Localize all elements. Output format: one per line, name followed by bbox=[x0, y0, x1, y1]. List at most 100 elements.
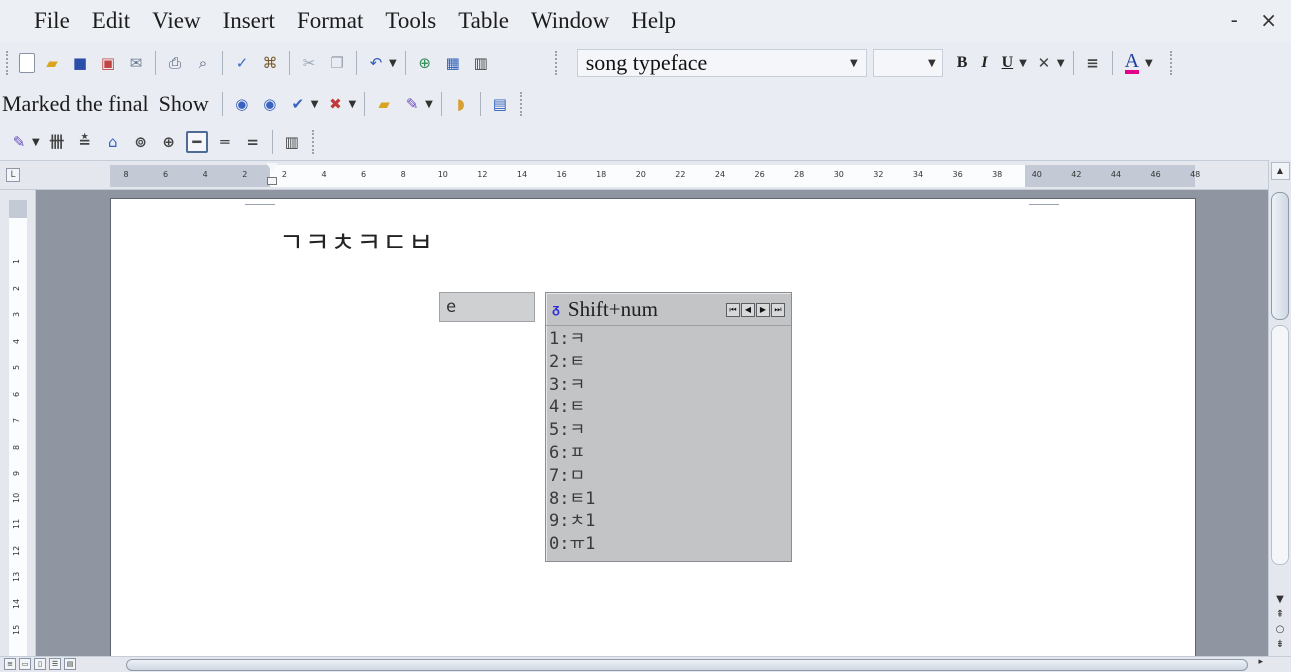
candidate-item[interactable]: 6:ㅍ bbox=[549, 442, 791, 465]
menu-format[interactable]: Format bbox=[297, 8, 363, 34]
strikethrough-text-icon[interactable]: ≛ bbox=[74, 131, 96, 153]
candidate-item[interactable]: 4:ㅌ bbox=[549, 396, 791, 419]
reject-change-icon[interactable]: ✖ bbox=[324, 93, 346, 115]
bold-button[interactable]: B bbox=[957, 54, 968, 72]
vertical-scrollbar[interactable]: ▲ ▼ ⇞ ○ ⇟ bbox=[1268, 160, 1291, 656]
print-layout-view-icon[interactable]: ▯ bbox=[34, 658, 46, 670]
single-border-icon[interactable]: ━ bbox=[185, 131, 208, 153]
previous-change-icon[interactable]: ◉ bbox=[231, 93, 253, 115]
research-icon[interactable]: ⌘ bbox=[259, 52, 281, 74]
vertical-scroll-track[interactable] bbox=[1271, 325, 1289, 565]
hyperlink-icon[interactable]: ⊕ bbox=[414, 52, 436, 74]
candidate-item[interactable]: 5:ㅋ bbox=[549, 419, 791, 442]
combine-characters-icon[interactable]: 卌 bbox=[46, 131, 68, 153]
candidate-item[interactable]: 8:ㅌ1 bbox=[549, 488, 791, 511]
menu-insert[interactable]: Insert bbox=[223, 8, 275, 34]
chevron-down-icon[interactable]: ▼ bbox=[928, 58, 936, 69]
circled-character-icon[interactable]: ⊕ bbox=[158, 131, 180, 153]
scroll-up-icon[interactable]: ▲ bbox=[1270, 162, 1290, 180]
character-scaling-icon[interactable]: ⌂ bbox=[102, 131, 124, 153]
menu-edit[interactable]: Edit bbox=[92, 8, 130, 34]
menu-file[interactable]: File bbox=[34, 8, 70, 34]
save-icon[interactable]: ■ bbox=[69, 52, 91, 74]
double-line-icon[interactable]: ═ bbox=[214, 131, 236, 153]
scroll-browse-controls[interactable]: ▼ ⇞ ○ ⇟ bbox=[1271, 592, 1289, 652]
insert-comment-icon[interactable]: ▰ bbox=[373, 93, 395, 115]
character-border-icon[interactable]: ✕ bbox=[1033, 52, 1055, 74]
font-name-combobox[interactable]: song typeface ▼ bbox=[576, 49, 867, 77]
candidate-item[interactable]: 3:ㅋ bbox=[549, 374, 791, 397]
next-page-icon[interactable]: ▶ bbox=[756, 303, 770, 317]
display-for-review-dropdown[interactable]: Marked the final bbox=[2, 91, 149, 117]
candidate-item[interactable]: 7:ㅁ bbox=[549, 465, 791, 488]
phonetic-guide-dropdown-icon[interactable]: ▼ bbox=[32, 137, 40, 148]
menu-window[interactable]: Window bbox=[531, 8, 609, 34]
scroll-right-icon[interactable]: ▸ bbox=[1258, 657, 1263, 667]
reject-dropdown-icon[interactable]: ▼ bbox=[348, 99, 356, 110]
email-icon[interactable]: ✉ bbox=[125, 52, 147, 74]
equal-lines-icon[interactable]: = bbox=[242, 131, 264, 153]
indent-marker[interactable] bbox=[266, 163, 278, 189]
normal-view-icon[interactable]: ≡ bbox=[4, 658, 16, 670]
table-icon[interactable]: ▦ bbox=[442, 52, 464, 74]
menu-table[interactable]: Table bbox=[458, 8, 509, 34]
print-icon[interactable]: ⎙ bbox=[164, 52, 186, 74]
font-color-button[interactable]: A bbox=[1124, 51, 1140, 74]
previous-page-icon[interactable]: ◀ bbox=[741, 303, 755, 317]
last-page-icon[interactable]: ⏭ bbox=[771, 303, 785, 317]
font-size-combobox[interactable]: ▼ bbox=[872, 49, 943, 77]
candidate-item[interactable]: 0:ㅠ1 bbox=[549, 533, 791, 556]
reading-view-icon[interactable]: ▤ bbox=[64, 658, 76, 670]
toolbar-grip[interactable] bbox=[6, 51, 12, 75]
toolbar-grip[interactable] bbox=[311, 130, 318, 154]
menu-view[interactable]: View bbox=[152, 8, 200, 34]
accept-change-icon[interactable]: ✔ bbox=[287, 93, 309, 115]
document-text[interactable]: ㄱㅋㅊㅋㄷㅂ bbox=[279, 221, 434, 260]
candidate-item[interactable]: 1:ㅋ bbox=[549, 328, 791, 351]
italic-button[interactable]: I bbox=[981, 54, 987, 72]
show-menu-button[interactable]: Show bbox=[159, 91, 209, 117]
font-color-dropdown-icon[interactable]: ▼ bbox=[1145, 58, 1153, 69]
accept-dropdown-icon[interactable]: ▼ bbox=[311, 99, 319, 110]
web-view-icon[interactable]: ▭ bbox=[19, 658, 31, 670]
outline-view-icon[interactable]: ☰ bbox=[49, 658, 61, 670]
undo-icon[interactable]: ↶ bbox=[365, 52, 387, 74]
horizontal-ruler[interactable]: L 8 6 4 2 2 4 6 8 10 12 14 16 18 20 22 24 26 28 30 32 34 36 38… bbox=[0, 160, 1291, 190]
copy-icon[interactable]: ❐ bbox=[326, 52, 348, 74]
next-change-icon[interactable]: ◉ bbox=[259, 93, 281, 115]
first-page-icon[interactable]: ⏮ bbox=[726, 303, 740, 317]
track-changes-icon[interactable]: ✎ bbox=[401, 93, 423, 115]
print-preview-icon[interactable]: ⌕ bbox=[192, 52, 214, 74]
toolbar-grip[interactable] bbox=[519, 92, 526, 116]
track-changes-dropdown-icon[interactable]: ▼ bbox=[425, 99, 433, 110]
document-map-icon[interactable]: ▤ bbox=[489, 93, 511, 115]
underline-dropdown-icon[interactable]: ▼ bbox=[1019, 58, 1027, 69]
reviewing-pane-icon[interactable]: ◗ bbox=[450, 93, 472, 115]
horizontal-scroll-thumb[interactable] bbox=[126, 659, 1248, 671]
cut-icon[interactable]: ✂ bbox=[298, 52, 320, 74]
toolbar-grip[interactable] bbox=[1169, 51, 1176, 75]
ime-candidate-window[interactable]: ᵹ Shift+num ⏮ ◀ ▶ ⏭ 1:ㅋ 2:ㅌ 3:ㅋ 4:ㅌ 5:ㅋ … bbox=[545, 292, 792, 562]
menu-help[interactable]: Help bbox=[631, 8, 676, 34]
permission-icon[interactable]: ▣ bbox=[97, 52, 119, 74]
text-columns-icon[interactable]: ▥ bbox=[281, 131, 303, 153]
chevron-down-icon[interactable]: ▼ bbox=[850, 58, 858, 69]
character-border-dropdown-icon[interactable]: ▼ bbox=[1057, 58, 1065, 69]
candidate-item[interactable]: 9:ㅊ1 bbox=[549, 510, 791, 533]
vertical-scroll-thumb[interactable] bbox=[1271, 192, 1289, 320]
align-icon[interactable]: ≡ bbox=[1082, 52, 1104, 74]
enclose-characters-icon[interactable]: ⊚ bbox=[130, 131, 152, 153]
columns-icon[interactable]: ▥ bbox=[470, 52, 492, 74]
spelling-icon[interactable]: ✓ bbox=[231, 52, 253, 74]
window-controls[interactable]: - × bbox=[1231, 8, 1285, 32]
undo-dropdown-icon[interactable]: ▼ bbox=[389, 58, 397, 69]
open-folder-icon[interactable]: ▰ bbox=[41, 52, 63, 74]
new-document-icon[interactable] bbox=[19, 53, 35, 73]
tab-selector-icon[interactable]: L bbox=[6, 168, 20, 182]
toolbar-grip[interactable] bbox=[554, 51, 561, 75]
underline-button[interactable]: U bbox=[1002, 54, 1014, 72]
menu-tools[interactable]: Tools bbox=[385, 8, 436, 34]
ruler-tick-label: 30 bbox=[833, 170, 844, 179]
candidate-item[interactable]: 2:ㅌ bbox=[549, 351, 791, 374]
phonetic-guide-icon[interactable]: ✎ bbox=[8, 131, 30, 153]
